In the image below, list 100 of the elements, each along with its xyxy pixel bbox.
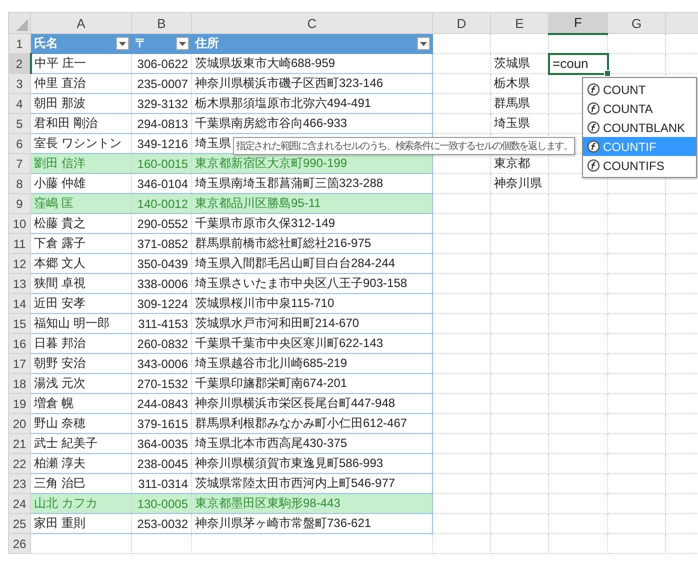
column-header[interactable]: G — [608, 12, 666, 34]
row-header[interactable]: 19 — [8, 394, 30, 414]
table-cell: 290-0552 — [132, 214, 192, 234]
table-cell: 武士 紀美子 — [30, 434, 132, 454]
table-cell: 日暮 邦治 — [30, 334, 132, 354]
table-cell: 中平 庄一 — [30, 54, 132, 74]
filter-button[interactable] — [176, 37, 189, 50]
table-cell: 千葉県市原市久保312-149 — [192, 214, 432, 234]
column-header[interactable]: F — [548, 12, 608, 34]
table-cell: 家田 重則 — [30, 514, 132, 534]
table-cell: 379-1615 — [132, 414, 192, 434]
row-header[interactable]: 9 — [8, 194, 30, 214]
row-header[interactable]: 6 — [8, 134, 30, 154]
column-header[interactable]: E — [490, 12, 548, 34]
row-header[interactable]: 13 — [8, 274, 30, 294]
row-header[interactable]: 8 — [8, 174, 30, 194]
row-header[interactable]: 24 — [8, 494, 30, 514]
autocomplete-item[interactable]: COUNTBLANK — [583, 118, 696, 137]
column-header[interactable]: A — [30, 12, 132, 34]
table-cell: 茨城県水戸市河和田町214-670 — [192, 314, 432, 334]
table-cell: 群馬県前橋市総社町総社216-975 — [192, 234, 432, 254]
table-cell: 埼玉県北本市西高尾430-375 — [192, 434, 432, 454]
function-icon — [587, 83, 600, 96]
row-header[interactable]: 3 — [8, 74, 30, 94]
caret-icon — [420, 42, 427, 46]
header-label: 住所 — [195, 35, 219, 52]
table-cell: 君和田 剛治 — [30, 114, 132, 134]
table-cell: 窪嶋 匡 — [30, 194, 132, 214]
fill-handle[interactable] — [604, 70, 610, 76]
table-cell: 近田 安孝 — [30, 294, 132, 314]
table-cell: 栃木県那須塩原市北弥六494-491 — [192, 94, 432, 114]
table-cell: 371-0852 — [132, 234, 192, 254]
table-cell: 350-0439 — [132, 254, 192, 274]
table-cell: 群馬県利根郡みなかみ町小仁田612-467 — [192, 414, 432, 434]
row-header[interactable]: 5 — [8, 114, 30, 134]
row-header[interactable]: 11 — [8, 234, 30, 254]
row-header[interactable]: 16 — [8, 334, 30, 354]
table-cell: 埼玉県入間郡毛呂山町目白台284-244 — [192, 254, 432, 274]
table-cell: 狭間 卓視 — [30, 274, 132, 294]
table-cell: 235-0007 — [132, 74, 192, 94]
table-cell: 千葉県印旛郡栄町南674-201 — [192, 374, 432, 394]
row-header[interactable]: 21 — [8, 434, 30, 454]
tooltip: 指定された範囲に含まれるセルのうち、検索条件に一致するセルの個数を返します。 — [233, 137, 576, 155]
row-header[interactable]: 18 — [8, 374, 30, 394]
column-header[interactable]: B — [132, 12, 192, 34]
row-header[interactable]: 14 — [8, 294, 30, 314]
table-cell: 野山 奈穂 — [30, 414, 132, 434]
row-header[interactable]: 12 — [8, 254, 30, 274]
table-cell: 338-0006 — [132, 274, 192, 294]
table-cell: 306-0622 — [132, 54, 192, 74]
row-header[interactable]: 4 — [8, 94, 30, 114]
table-cell: 栃木県 — [490, 74, 548, 94]
autocomplete-item[interactable]: COUNTA — [583, 99, 696, 118]
row-header[interactable]: 25 — [8, 514, 30, 534]
row-header[interactable]: 22 — [8, 454, 30, 474]
table-cell: 茨城県坂東市大崎688-959 — [192, 54, 432, 74]
column-header[interactable]: C — [192, 12, 432, 34]
table-cell: 東京都墨田区東駒形98-443 — [192, 494, 432, 514]
table-cell: 本郷 文人 — [30, 254, 132, 274]
table-cell: 神奈川県茅ヶ崎市常盤町736-621 — [192, 514, 432, 534]
header-label: 〒 — [135, 35, 147, 52]
table-cell: 下倉 露子 — [30, 234, 132, 254]
table-cell: 東京都品川区勝島95-11 — [192, 194, 432, 214]
row-header[interactable]: 10 — [8, 214, 30, 234]
row-header[interactable]: 2 — [8, 54, 30, 74]
caret-icon — [119, 42, 126, 46]
filter-button[interactable] — [116, 37, 129, 50]
table-cell: 増倉 幌 — [30, 394, 132, 414]
row-header[interactable]: 1 — [8, 34, 30, 54]
autocomplete-item[interactable]: COUNT — [583, 80, 696, 99]
table-cell: 埼玉県 — [490, 114, 548, 134]
table-cell: 山北 カフカ — [30, 494, 132, 514]
row-header[interactable]: 17 — [8, 354, 30, 374]
header-label: 氏名 — [34, 35, 58, 52]
table-cell: 260-0832 — [132, 334, 192, 354]
table-cell: 160-0015 — [132, 154, 192, 174]
caret-icon — [179, 42, 186, 46]
table-cell: 朝野 安治 — [30, 354, 132, 374]
table-cell: 364-0035 — [132, 434, 192, 454]
filter-button[interactable] — [417, 37, 430, 50]
table-cell: 神奈川県横浜市磯子区西町323-146 — [192, 74, 432, 94]
table-cell: 群馬県 — [490, 94, 548, 114]
table-cell: 神奈川県横浜市栄区長尾台町447-948 — [192, 394, 432, 414]
row-header[interactable]: 26 — [8, 534, 30, 554]
autocomplete-item[interactable]: COUNTIFS — [583, 156, 696, 175]
function-icon — [587, 102, 600, 115]
function-icon — [587, 121, 600, 134]
row-header[interactable]: 20 — [8, 414, 30, 434]
function-icon — [587, 159, 600, 172]
row-header[interactable]: 15 — [8, 314, 30, 334]
table-cell: 130-0005 — [132, 494, 192, 514]
row-header[interactable]: 7 — [8, 154, 30, 174]
table-cell: 311-4153 — [132, 314, 192, 334]
table-cell: 329-3132 — [132, 94, 192, 114]
table-cell: 神奈川県横須賀市東逸見町586-993 — [192, 454, 432, 474]
row-header[interactable]: 23 — [8, 474, 30, 494]
table-cell: 松藤 貴之 — [30, 214, 132, 234]
table-cell: 238-0045 — [132, 454, 192, 474]
table-cell: 柏瀬 淳夫 — [30, 454, 132, 474]
column-header[interactable]: D — [432, 12, 490, 34]
